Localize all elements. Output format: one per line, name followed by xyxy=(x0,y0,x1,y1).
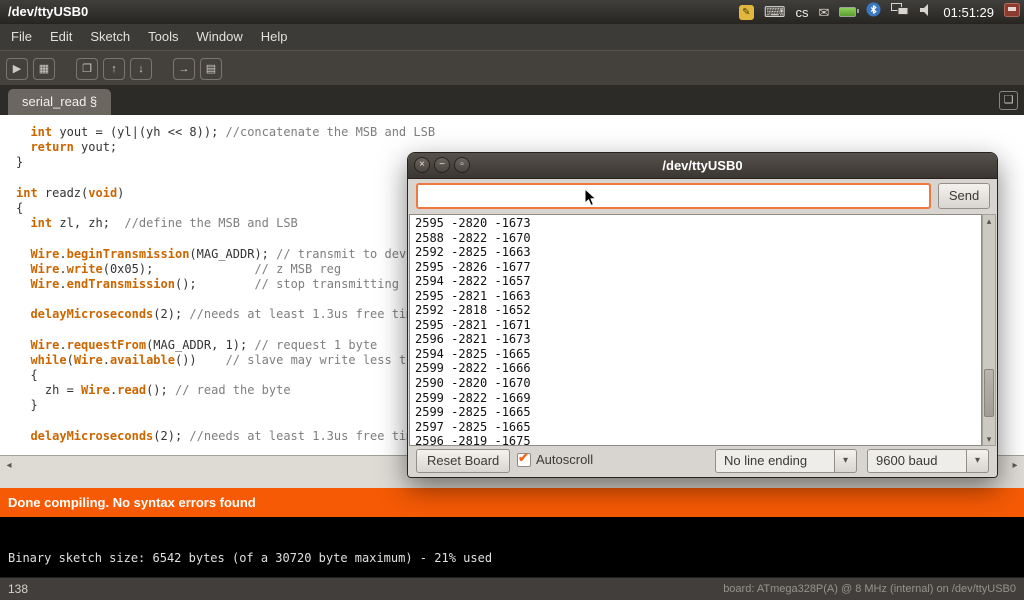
serial-monitor-controls: Reset Board ✔ Autoscroll No line ending … xyxy=(408,446,997,477)
upload-button[interactable]: → xyxy=(173,58,195,80)
battery-icon[interactable] xyxy=(839,7,856,17)
menu-item-help[interactable]: Help xyxy=(252,24,297,50)
serial-output-line: 2588 -2822 -1670 xyxy=(415,231,981,246)
chevron-down-icon[interactable]: ▾ xyxy=(967,449,989,473)
window-title: /dev/ttyUSB0 xyxy=(408,153,997,178)
menu-item-sketch[interactable]: Sketch xyxy=(81,24,139,50)
clock[interactable]: 01:51:29 xyxy=(943,5,994,20)
console-output: Binary sketch size: 6542 bytes (of a 307… xyxy=(0,517,1024,565)
mail-icon[interactable]: ✉ xyxy=(818,6,829,19)
top-panel: /dev/ttyUSB0 ✎ ⌨ cs ✉ 01:51:29 xyxy=(0,0,1024,24)
hscroll-right-arrow[interactable]: ▸ xyxy=(1008,459,1022,473)
serial-output-line: 2590 -2820 -1670 xyxy=(415,376,981,391)
menu-item-window[interactable]: Window xyxy=(187,24,251,50)
serial-output-line: 2594 -2825 -1665 xyxy=(415,347,981,362)
reset-board-button[interactable]: Reset Board xyxy=(416,449,510,473)
check-icon: ✔ xyxy=(518,450,529,466)
close-button[interactable]: × xyxy=(414,157,430,173)
new-sketch-button[interactable]: ❐ xyxy=(76,58,98,80)
open-sketch-button[interactable]: ↑ xyxy=(103,58,125,80)
chevron-down-icon[interactable]: ▾ xyxy=(835,449,857,473)
serial-monitor-window: × − ▫ /dev/ttyUSB0 Send 2595 -2820 -1673… xyxy=(407,152,998,478)
scroll-down-arrow[interactable]: ▾ xyxy=(983,433,995,445)
stop-button[interactable]: ▦ xyxy=(33,58,55,80)
mouse-cursor xyxy=(584,188,598,213)
serial-output-line: 2594 -2822 -1657 xyxy=(415,274,981,289)
line-ending-select[interactable]: No line ending ▾ xyxy=(715,449,857,473)
serial-output-line: 2595 -2821 -1671 xyxy=(415,318,981,333)
baud-rate-value: 9600 baud xyxy=(867,449,967,473)
minimize-button[interactable]: − xyxy=(434,157,450,173)
menu-item-file[interactable]: File xyxy=(2,24,41,50)
menu-items: FileEditSketchToolsWindowHelp xyxy=(0,24,1024,50)
hscroll-left-arrow[interactable]: ◂ xyxy=(2,459,16,473)
serial-output-line: 2599 -2825 -1665 xyxy=(415,405,981,420)
serial-output-line: 2595 -2821 -1663 xyxy=(415,289,981,304)
serial-output-line: 2599 -2822 -1666 xyxy=(415,361,981,376)
send-button[interactable]: Send xyxy=(938,183,990,209)
verify-button[interactable]: ▶ xyxy=(6,58,28,80)
autoscroll-label: Autoscroll xyxy=(536,452,593,467)
menu-bar: FileEditSketchToolsWindowHelp xyxy=(0,24,1024,50)
tab-serial-read[interactable]: serial_read § xyxy=(8,89,111,115)
notes-icon[interactable]: ✎ xyxy=(739,5,754,20)
menu-item-tools[interactable]: Tools xyxy=(139,24,187,50)
keyboard-layout-indicator[interactable]: cs xyxy=(795,5,808,20)
serial-output-area[interactable]: 2595 -2820 -16732588 -2822 -16702592 -28… xyxy=(409,214,982,446)
tab-bar: serial_read § ❏ xyxy=(0,85,1024,115)
autoscroll-control[interactable]: ✔ Autoscroll xyxy=(517,452,593,467)
system-tray: ✎ ⌨ cs ✉ 01:51:29 xyxy=(739,0,1020,24)
baud-rate-select[interactable]: 9600 baud ▾ xyxy=(867,449,989,473)
serial-output-line: 2595 -2826 -1677 xyxy=(415,260,981,275)
scrollbar-thumb[interactable] xyxy=(984,369,994,417)
serial-output-line: 2599 -2822 -1669 xyxy=(415,391,981,406)
serial-output-line: 2592 -2818 -1652 xyxy=(415,303,981,318)
console: Binary sketch size: 6542 bytes (of a 307… xyxy=(0,517,1024,577)
board-info: board: ATmega328P(A) @ 8 MHz (internal) … xyxy=(723,578,1016,600)
serial-output-lines: 2595 -2820 -16732588 -2822 -16702592 -28… xyxy=(410,215,981,446)
serial-output-line: 2592 -2825 -1663 xyxy=(415,245,981,260)
network-icon[interactable] xyxy=(891,3,909,21)
scroll-up-arrow[interactable]: ▴ xyxy=(983,215,995,227)
serial-output-line: 2596 -2821 -1673 xyxy=(415,332,981,347)
serial-output-line: 2595 -2820 -1673 xyxy=(415,216,981,231)
serial-monitor-button[interactable]: ▤ xyxy=(200,58,222,80)
line-ending-value: No line ending xyxy=(715,449,835,473)
status-bar: Done compiling. No syntax errors found xyxy=(0,488,1024,517)
keyboard-icon[interactable]: ⌨ xyxy=(764,5,786,20)
bluetooth-icon[interactable] xyxy=(866,2,881,22)
window-titlebar[interactable]: × − ▫ /dev/ttyUSB0 xyxy=(408,153,997,179)
footer-bar: 138 board: ATmega328P(A) @ 8 MHz (intern… xyxy=(0,577,1024,600)
volume-icon[interactable] xyxy=(919,3,933,22)
serial-output-line: 2597 -2825 -1665 xyxy=(415,420,981,435)
serial-send-input[interactable] xyxy=(416,183,931,209)
autoscroll-checkbox[interactable]: ✔ xyxy=(517,453,531,467)
toolbar: ▶▦ ❐↑↓ →▤ xyxy=(0,50,1024,85)
toolbar-buttons: ▶▦ ❐↑↓ →▤ xyxy=(0,51,1024,86)
serial-output-scrollbar[interactable]: ▴ ▾ xyxy=(982,214,996,446)
code-line: int yout = (yl|(yh << 8)); //concatenate… xyxy=(16,125,1024,140)
save-sketch-button[interactable]: ↓ xyxy=(130,58,152,80)
active-window-title: /dev/ttyUSB0 xyxy=(8,0,88,24)
menu-item-edit[interactable]: Edit xyxy=(41,24,81,50)
serial-output-line: 2596 -2819 -1675 xyxy=(415,434,981,446)
maximize-button[interactable]: ▫ xyxy=(454,157,470,173)
tab-menu-button[interactable]: ❏ xyxy=(999,91,1018,110)
line-number-indicator: 138 xyxy=(8,578,28,600)
session-menu-icon[interactable] xyxy=(1004,3,1020,22)
